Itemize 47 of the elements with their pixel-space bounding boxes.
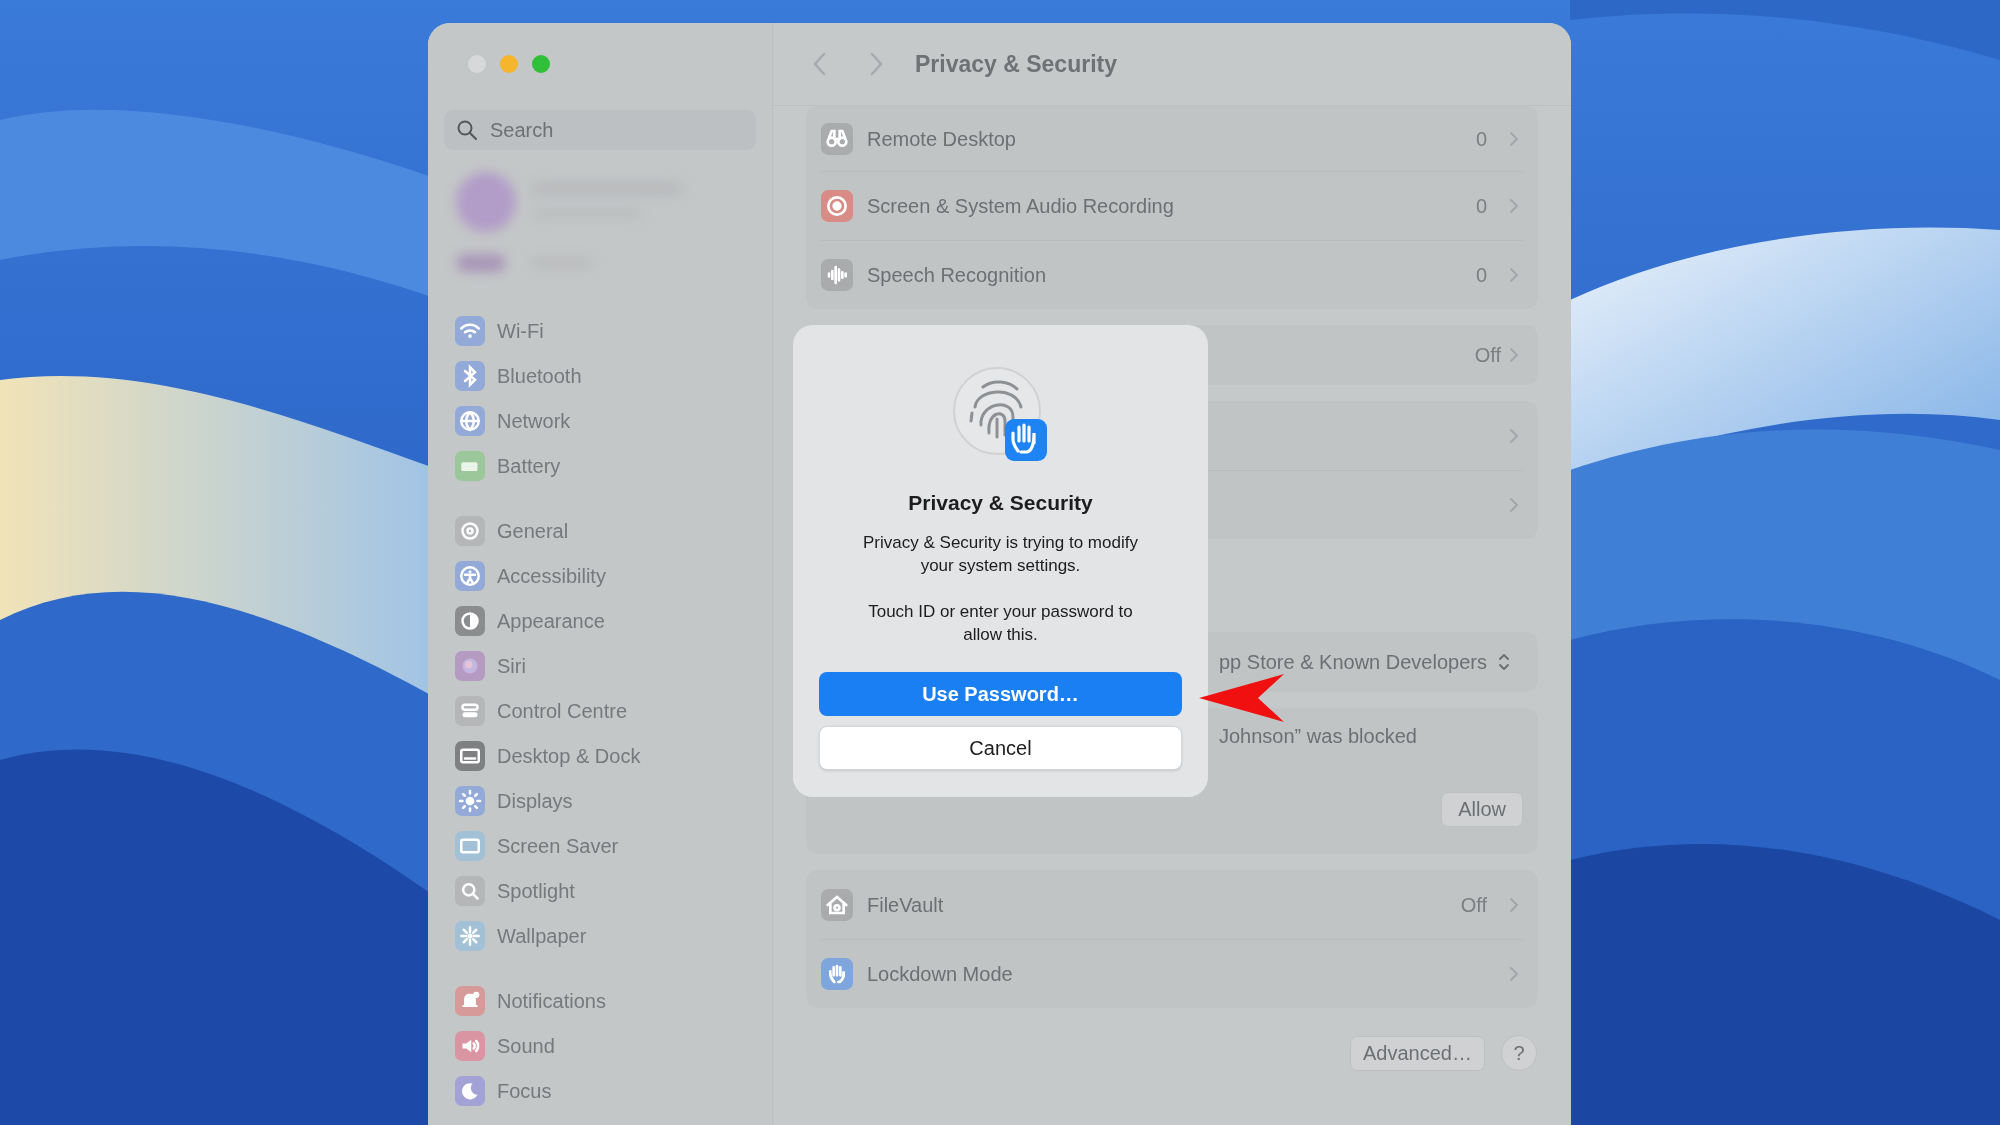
sidebar-item[interactable]: Siri bbox=[444, 643, 756, 688]
advanced-button[interactable]: Advanced… bbox=[1350, 1035, 1485, 1071]
search-icon bbox=[456, 119, 478, 141]
sidebar-item[interactable]: Displays bbox=[444, 778, 756, 823]
sidebar-item[interactable]: Accessibility bbox=[444, 553, 756, 598]
use-password-button[interactable]: Use Password… bbox=[819, 671, 1182, 716]
chevron-icon bbox=[1509, 966, 1519, 982]
settings-row[interactable]: Lockdown Mode bbox=[821, 939, 1523, 1008]
help-button[interactable]: ? bbox=[1501, 1035, 1537, 1071]
zoom-button[interactable] bbox=[532, 55, 550, 73]
sidebar-item[interactable]: Wi-Fi bbox=[444, 308, 756, 353]
chevron-icon bbox=[1509, 427, 1519, 444]
fingerprint-hand-icon bbox=[952, 367, 1049, 463]
settings-row[interactable]: Screen & System Audio Recording 0 bbox=[821, 171, 1523, 240]
chevron-icon bbox=[1509, 198, 1519, 214]
popup-button[interactable]: pp Store & Known Developers bbox=[1219, 647, 1511, 677]
chevron-icon bbox=[1509, 347, 1519, 363]
sidebar-item[interactable]: Battery bbox=[444, 443, 756, 488]
sidebar-item[interactable]: Desktop & Dock bbox=[444, 733, 756, 778]
sidebar-item[interactable]: Spotlight bbox=[444, 868, 756, 913]
dialog-message: Privacy & Security is trying to modify your system settings. bbox=[862, 531, 1139, 577]
settings-row[interactable]: Speech Recognition 0 bbox=[821, 240, 1523, 309]
sidebar-item[interactable]: Focus bbox=[444, 1068, 756, 1113]
sidebar-item[interactable]: Network bbox=[444, 398, 756, 443]
dialog-title: Privacy & Security bbox=[908, 490, 1093, 516]
sidebar-item[interactable]: Appearance bbox=[444, 598, 756, 643]
chevron-icon bbox=[1509, 497, 1519, 513]
settings-row[interactable]: FileVault Off bbox=[821, 870, 1523, 939]
chevron-icon bbox=[1509, 896, 1519, 913]
blocked-message: Johnson” was blocked bbox=[1219, 724, 1417, 749]
allow-button[interactable]: Allow bbox=[1441, 791, 1523, 827]
cancel-button[interactable]: Cancel bbox=[819, 725, 1182, 770]
window-title: Privacy & Security bbox=[915, 49, 1117, 79]
sidebar-item[interactable]: Wallpaper bbox=[444, 913, 756, 958]
updown-icon bbox=[1496, 651, 1511, 673]
search-field[interactable]: Search bbox=[444, 110, 756, 150]
minimize-button[interactable] bbox=[500, 55, 518, 73]
sidebar-item[interactable]: General bbox=[444, 508, 756, 553]
sidebar-item[interactable]: Screen Saver bbox=[444, 823, 756, 868]
chevron-icon bbox=[1509, 130, 1519, 147]
settings-row[interactable]: Remote Desktop 0 bbox=[821, 106, 1523, 171]
chevron-icon bbox=[1509, 267, 1519, 283]
sidebar-item[interactable]: Notifications bbox=[444, 978, 756, 1023]
sidebar-item[interactable]: Control Centre bbox=[444, 688, 756, 733]
sidebar-item[interactable]: Bluetooth bbox=[444, 353, 756, 398]
dialog-message: Touch ID or enter your password to allow this. bbox=[867, 600, 1134, 646]
sidebar-item[interactable]: Sound bbox=[444, 1023, 756, 1068]
